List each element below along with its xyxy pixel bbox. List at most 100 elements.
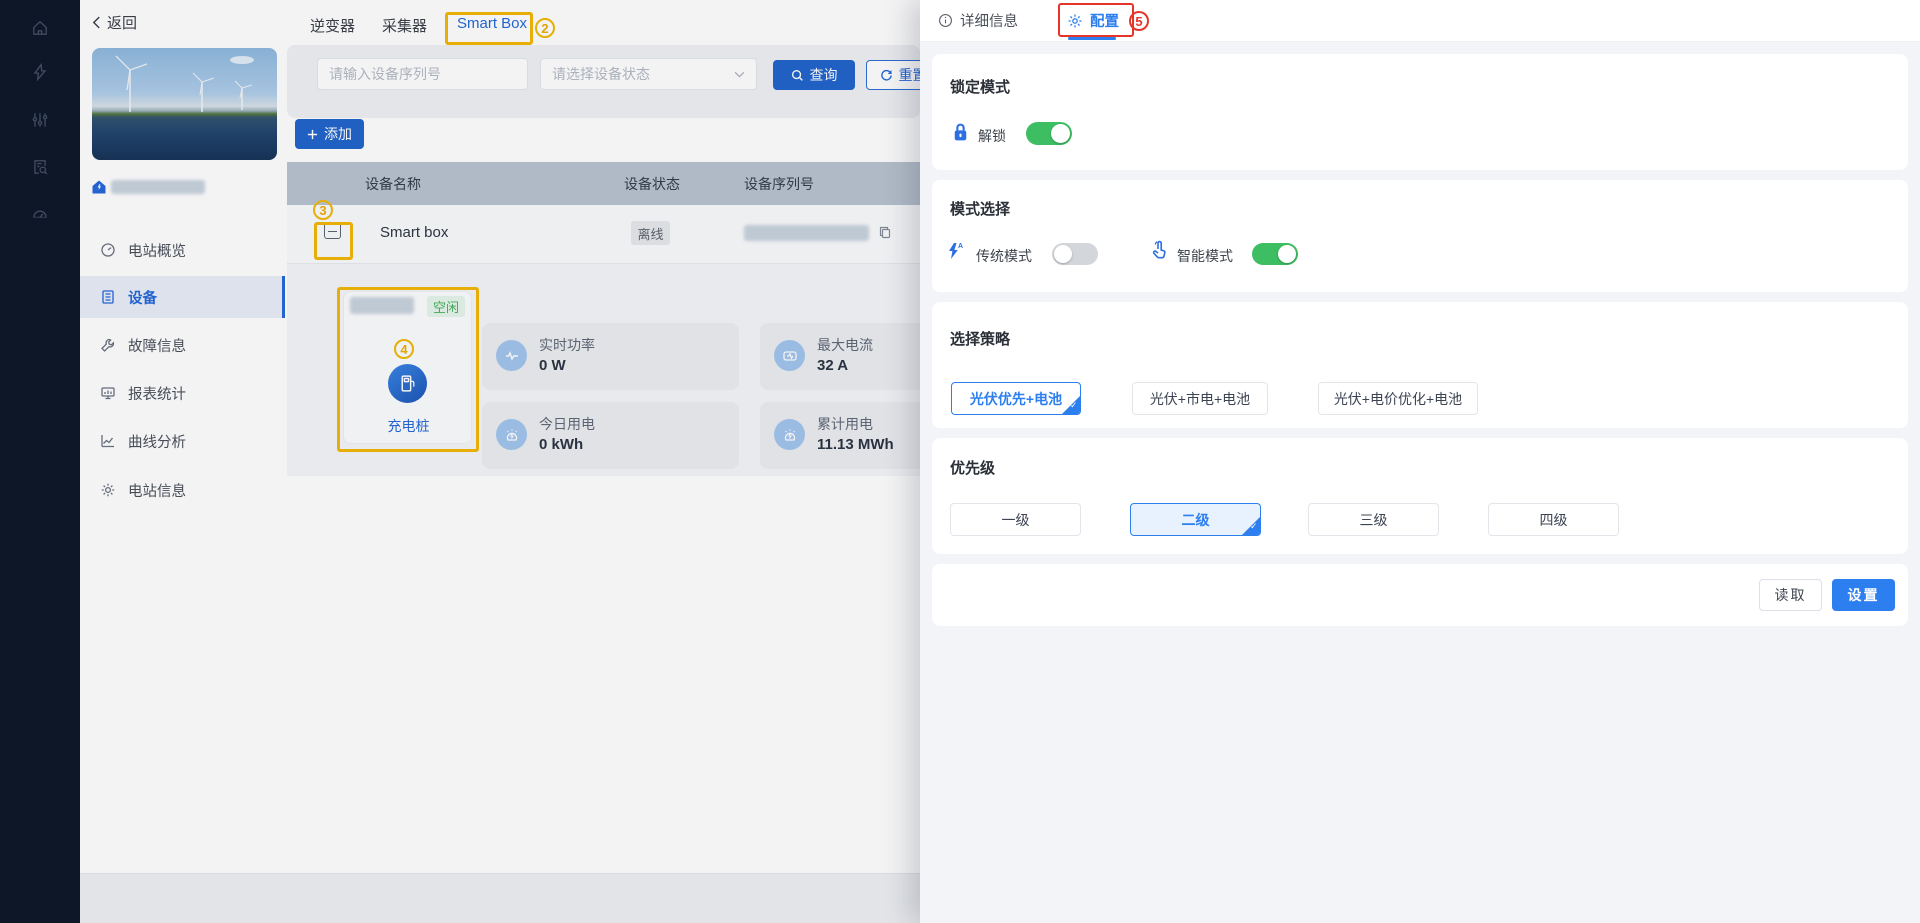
tab-collector[interactable]: 采集器 — [382, 15, 427, 36]
sidebar-item-faults[interactable]: 故障信息 — [80, 324, 285, 366]
stat-tile-max-current: 最大电流 32 A — [760, 323, 920, 390]
back-label: 返回 — [107, 12, 137, 33]
serial-masked — [744, 225, 869, 241]
lock-mode-card: 锁定模式 解锁 — [932, 54, 1908, 170]
station-info-gear-icon — [100, 482, 116, 498]
home-icon[interactable] — [31, 19, 49, 37]
chevron-left-icon — [92, 16, 101, 29]
overview-gauge-icon — [100, 242, 116, 258]
sidebar-item-label: 曲线分析 — [128, 431, 186, 452]
station-photo — [92, 48, 277, 160]
priority-option-4[interactable]: 四级 — [1488, 503, 1619, 536]
info-icon — [938, 13, 953, 28]
annotation-step-2: 2 — [535, 18, 555, 38]
station-name-masked — [111, 180, 205, 194]
charging-pile-card[interactable]: 空闲 充电桩 — [343, 291, 472, 444]
page-bottom-strip — [80, 873, 920, 923]
set-button[interactable]: 设置 — [1832, 579, 1895, 611]
today-energy-icon — [496, 419, 527, 450]
config-drawer: 详细信息 配置 5 锁定模式 解锁 模式选择 A 传统模式 — [920, 0, 1920, 923]
lock-icon — [952, 122, 969, 143]
bolt-icon[interactable] — [31, 63, 49, 81]
search-icon — [791, 69, 804, 82]
current-meter-icon — [774, 340, 805, 371]
filter-bar: 请选择设备状态 查询 重置 — [287, 45, 920, 118]
section-title-strategy: 选择策略 — [950, 328, 1010, 349]
bolt-a-icon: A — [946, 241, 964, 261]
tab-config[interactable]: 配置 — [1067, 0, 1119, 41]
active-tab-underline — [1068, 37, 1116, 40]
charging-pile-label: 充电桩 — [344, 416, 473, 436]
section-title-priority: 优先级 — [950, 457, 995, 478]
status-select-placeholder: 请选择设备状态 — [552, 64, 650, 84]
tab-label: 详细信息 — [960, 10, 1018, 31]
station-house-icon — [91, 179, 107, 195]
sidebar-item-overview[interactable]: 电站概览 — [80, 229, 285, 271]
query-label: 查询 — [810, 65, 838, 85]
device-content: 逆变器 采集器 Smart Box 请选择设备状态 查询 重置 — [285, 0, 920, 873]
mode-select-card: 模式选择 A 传统模式 智能模式 — [932, 180, 1908, 292]
add-device-button[interactable]: 添加 — [295, 119, 364, 149]
tab-inverter[interactable]: 逆变器 — [310, 15, 355, 36]
sidebar-item-station-info[interactable]: 电站信息 — [80, 469, 285, 511]
col-device-status: 设备状态 — [624, 174, 680, 194]
chevron-down-icon — [734, 71, 745, 78]
child-name-masked — [350, 297, 414, 314]
stat-tile-total-energy: 累计用电 11.13 MWh — [760, 402, 920, 469]
copy-icon[interactable] — [878, 225, 892, 239]
priority-option-3[interactable]: 三级 — [1308, 503, 1439, 536]
strategy-option-pv-first-battery[interactable]: 光伏优先+电池 — [951, 382, 1081, 415]
gear-icon — [1067, 13, 1083, 29]
total-energy-icon — [774, 419, 805, 450]
serial-search-input[interactable] — [317, 58, 528, 90]
add-label: 添加 — [324, 124, 352, 144]
reset-label: 重置 — [899, 65, 921, 85]
selected-check-icon — [1061, 395, 1081, 415]
collapse-row-icon[interactable] — [324, 222, 341, 239]
strategy-option-pv-grid-battery[interactable]: 光伏+市电+电池 — [1132, 382, 1268, 415]
sidebar-item-label: 电站信息 — [128, 480, 186, 501]
col-device-name: 设备名称 — [365, 174, 421, 194]
strategy-option-pv-price-battery[interactable]: 光伏+电价优化+电池 — [1318, 382, 1478, 415]
svg-text:A: A — [958, 243, 963, 250]
sliders-icon[interactable] — [31, 111, 49, 129]
query-button[interactable]: 查询 — [773, 60, 855, 90]
status-badge: 离线 — [631, 221, 670, 245]
tab-label: 配置 — [1090, 10, 1119, 31]
curve-chart-icon — [100, 433, 116, 449]
app-root: 返回 电站概览 设备 — [0, 0, 1920, 923]
section-title-lock: 锁定模式 — [950, 76, 1010, 97]
plus-icon — [307, 129, 318, 140]
report-search-icon[interactable] — [31, 158, 49, 176]
sidebar-item-label: 报表统计 — [128, 383, 186, 404]
annotation-step-5: 5 — [1129, 11, 1149, 31]
gauge-icon[interactable] — [31, 205, 49, 223]
sidebar-item-devices[interactable]: 设备 — [80, 276, 285, 318]
back-button[interactable]: 返回 — [92, 12, 137, 33]
actions-card: 读取 设置 — [932, 564, 1908, 626]
smart-mode-toggle[interactable] — [1252, 243, 1298, 265]
status-select[interactable]: 请选择设备状态 — [540, 58, 757, 90]
priority-option-1[interactable]: 一级 — [950, 503, 1081, 536]
traditional-mode-label: 传统模式 — [976, 246, 1032, 266]
read-button[interactable]: 读取 — [1759, 579, 1822, 611]
tab-smart-box[interactable]: Smart Box — [457, 15, 527, 32]
expanded-child-area: 空闲 充电桩 实时功率 0 W 最大电流 32 A — [287, 264, 920, 476]
strategy-card: 选择策略 光伏优先+电池 光伏+市电+电池 光伏+电价优化+电池 — [932, 302, 1908, 428]
sidebar-item-curves[interactable]: 曲线分析 — [80, 420, 285, 462]
table-row[interactable]: Smart box 离线 — [287, 205, 920, 264]
device-list-icon — [100, 289, 116, 305]
sidebar-item-reports[interactable]: 报表统计 — [80, 372, 285, 414]
solar-panels-graphic — [92, 108, 277, 160]
station-row[interactable] — [91, 179, 205, 195]
drawer-header: 详细信息 配置 5 — [920, 0, 1920, 42]
tab-detail-info[interactable]: 详细信息 — [938, 0, 1018, 41]
icon-rail — [0, 0, 80, 923]
reset-button[interactable]: 重置 — [866, 60, 920, 90]
lock-toggle[interactable] — [1026, 122, 1072, 145]
sidebar-item-label: 故障信息 — [128, 335, 186, 356]
priority-option-2[interactable]: 二级 — [1130, 503, 1261, 536]
report-stats-icon — [100, 385, 116, 401]
traditional-mode-toggle[interactable] — [1052, 243, 1098, 265]
stat-tile-today-energy: 今日用电 0 kWh — [482, 402, 739, 469]
